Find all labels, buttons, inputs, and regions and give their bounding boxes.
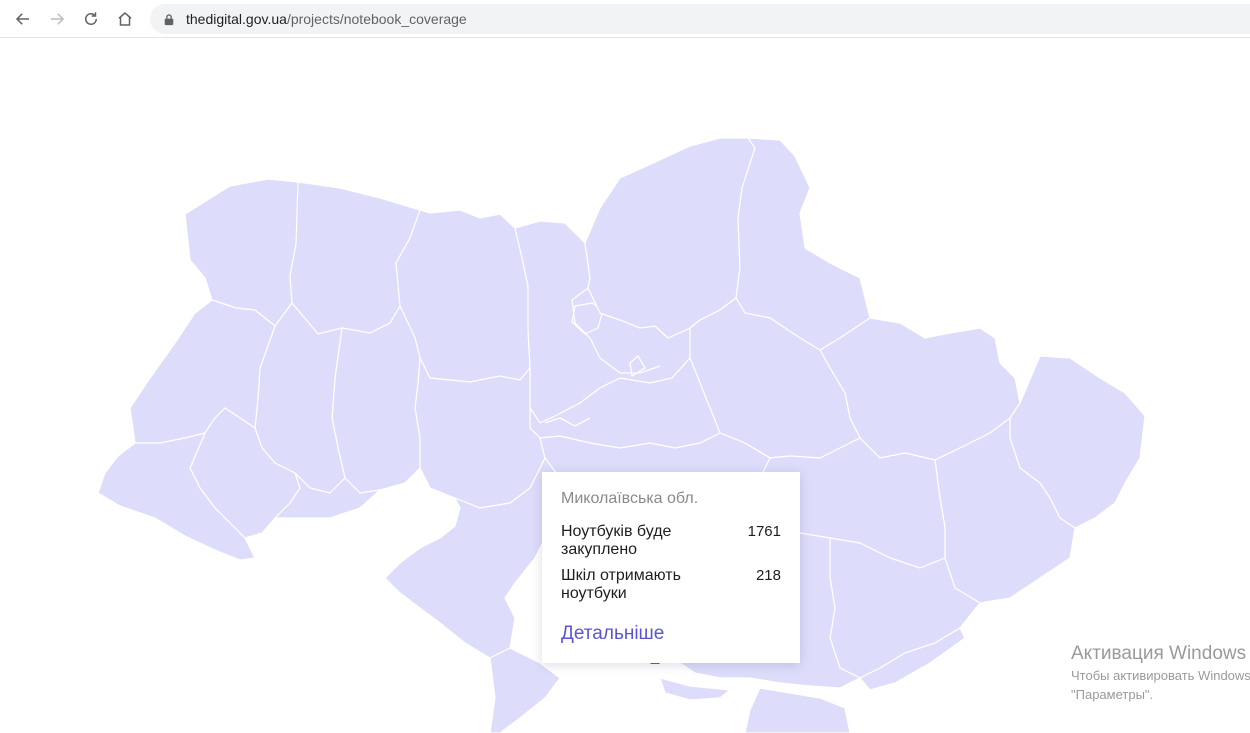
tooltip-row-label: Шкіл отримають ноутбуки [561, 567, 681, 602]
lock-icon [162, 12, 176, 26]
browser-toolbar: thedigital.gov.ua/projects/notebook_cove… [0, 0, 1250, 38]
arrow-right-icon [51, 13, 65, 25]
windows-activation-watermark: Активация Windows Чтобы активировать Win… [1071, 642, 1250, 704]
page-content: Миколаївська обл. Ноутбуків буде закупле… [0, 38, 1250, 733]
home-icon [118, 12, 132, 26]
watermark-line2: "Параметры". [1071, 687, 1154, 702]
tooltip-row-value: 1761 [747, 523, 781, 540]
arrow-left-icon [15, 13, 29, 25]
reload-icon [85, 12, 97, 25]
home-button[interactable] [110, 4, 140, 34]
watermark-title: Активация Windows [1071, 643, 1247, 664]
forward-button[interactable] [42, 4, 72, 34]
tooltip-row-value: 218 [755, 567, 781, 584]
address-bar[interactable]: thedigital.gov.ua/projects/notebook_cove… [150, 4, 1250, 34]
tooltip-row-laptops: Ноутбуків буде закуплено 1761 [561, 523, 781, 559]
tooltip-row-label: Ноутбуків буде закуплено [561, 523, 672, 558]
url-text: thedigital.gov.ua/projects/notebook_cove… [186, 11, 467, 27]
tooltip-region-name: Миколаївська обл. [561, 490, 699, 507]
region-lviv[interactable] [129, 299, 276, 444]
region-kherson-spit[interactable] [659, 677, 732, 701]
region-khmelnytskyi[interactable] [331, 304, 421, 494]
region-crimea[interactable] [744, 687, 851, 733]
back-button[interactable] [8, 4, 38, 34]
region-volyn[interactable] [184, 178, 301, 327]
region-tooltip: Миколаївська обл. Ноутбуків буде закупле… [542, 472, 800, 663]
reload-button[interactable] [76, 4, 106, 34]
tooltip-row-schools: Шкіл отримають ноутбуки 218 [561, 567, 781, 603]
details-link[interactable]: Детальніше [561, 623, 664, 645]
watermark-line1: Чтобы активировать Windows, [1071, 668, 1250, 683]
url-path: /projects/notebook_coverage [286, 11, 467, 27]
url-host: thedigital.gov.ua [186, 11, 287, 27]
region-vinnytsia[interactable] [414, 355, 546, 509]
